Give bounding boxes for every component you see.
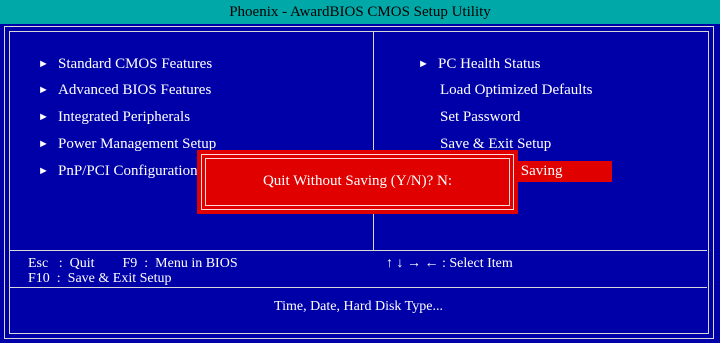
submenu-arrow-icon: ► [38,165,49,177]
menu-item-pnp-pci[interactable]: ► PnP/PCI Configurations [38,162,203,180]
submenu-arrow-icon: ► [38,138,49,150]
hint-divider [10,287,707,288]
menu-item-power-management[interactable]: ► Power Management Setup [38,135,216,153]
menu-item-label: Set Password [440,109,521,125]
menu-item-label: Load Optimized Defaults [440,82,593,98]
bios-screen: Phoenix - AwardBIOS CMOS Setup Utility ►… [0,0,720,343]
submenu-arrow-icon: ► [38,58,49,70]
column-divider [373,32,374,250]
submenu-arrow-icon: ► [418,58,429,70]
menu-item-standard-cmos[interactable]: ► Standard CMOS Features [38,55,212,73]
menu-item-advanced-bios[interactable]: ► Advanced BIOS Features [38,81,211,99]
menu-item-label: Integrated Peripherals [58,109,191,125]
status-description: Time, Date, Hard Disk Type... [274,299,443,314]
submenu-arrow-icon: ► [38,111,49,123]
menu-item-label: PC Health Status [438,56,541,72]
submenu-arrow-icon: ► [38,84,49,96]
hint-esc-f9: Esc : Quit F9 : Menu in BIOS [28,256,238,271]
menu-item-label: Standard CMOS Features [58,56,213,72]
quit-confirm-dialog[interactable]: Quit Without Saving (Y/N)? N: [197,150,518,214]
menu-item-label: Advanced BIOS Features [58,82,212,98]
menu-item-label: Power Management Setup [58,136,217,152]
menu-item-label: PnP/PCI Configurations [58,163,204,179]
menu-item-set-password[interactable]: Set Password [440,108,520,126]
hint-select-item: ↑ ↓ → ← : Select Item [386,256,513,271]
dialog-message: Quit Without Saving (Y/N)? N: [262,173,453,189]
title-bar: Phoenix - AwardBIOS CMOS Setup Utility [0,0,720,24]
menu-divider [10,250,707,251]
menu-item-load-defaults[interactable]: Load Optimized Defaults [440,81,592,99]
menu-item-integrated-peripherals[interactable]: ► Integrated Peripherals [38,108,190,126]
menu-item-pc-health[interactable]: ► PC Health Status [418,55,541,73]
hint-f10: F10 : Save & Exit Setup [28,271,172,286]
